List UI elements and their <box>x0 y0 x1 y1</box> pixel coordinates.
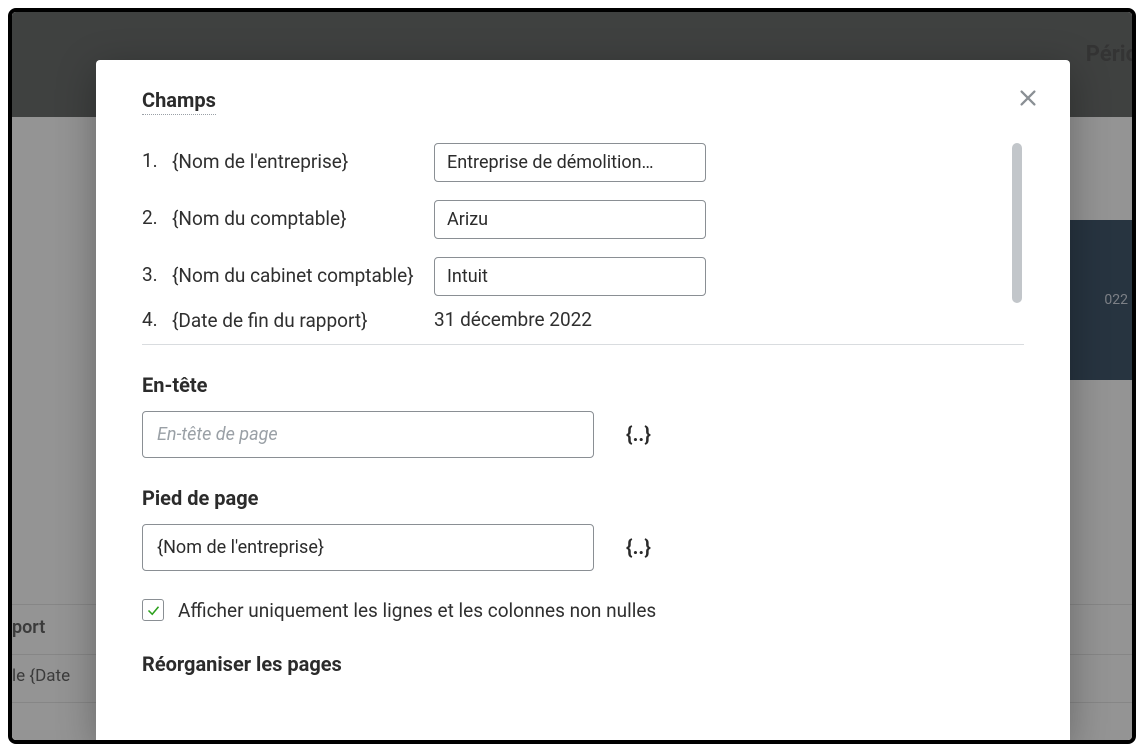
footer-row: {..} <box>142 524 1024 571</box>
field-label: {Nom de l'entreprise} <box>172 143 420 175</box>
fields-divider <box>142 344 1024 345</box>
header-row: {..} <box>142 411 1024 458</box>
company-name-input[interactable] <box>434 143 706 182</box>
close-icon <box>1017 87 1039 109</box>
scrollbar-thumb[interactable] <box>1012 143 1022 303</box>
nonzero-rows-checkbox[interactable] <box>142 599 164 621</box>
report-end-date-value: 31 décembre 2022 <box>434 302 592 331</box>
firm-name-input[interactable] <box>434 257 706 296</box>
field-number: 1. <box>142 143 158 172</box>
fields-scroll-area: 1. {Nom de l'entreprise} 2. {Nom du comp… <box>142 143 1024 334</box>
close-button[interactable] <box>1014 84 1042 112</box>
field-row: 1. {Nom de l'entreprise} <box>142 143 996 182</box>
accountant-name-input[interactable] <box>434 200 706 239</box>
insert-token-button[interactable]: {..} <box>626 535 651 559</box>
field-number: 4. <box>142 302 158 331</box>
header-section-title: En-tête <box>142 373 1024 397</box>
page-footer-input[interactable] <box>142 524 594 571</box>
fields-section-title: Champs <box>142 88 216 115</box>
fields-list: 1. {Nom de l'entreprise} 2. {Nom du comp… <box>142 143 996 334</box>
checkbox-row: Afficher uniquement les lignes et les co… <box>142 599 1024 622</box>
field-label: {Date de fin du rapport} <box>172 302 420 334</box>
field-label: {Nom du comptable} <box>172 200 420 232</box>
field-number: 2. <box>142 200 158 229</box>
field-label: {Nom du cabinet comptable} <box>172 257 420 289</box>
checkbox-label: Afficher uniquement les lignes et les co… <box>178 599 656 622</box>
insert-token-button[interactable]: {..} <box>626 422 651 446</box>
field-row: 3. {Nom du cabinet comptable} <box>142 257 996 296</box>
field-row: 4. {Date de fin du rapport} 31 décembre … <box>142 302 996 334</box>
settings-modal: Champs 1. {Nom de l'entreprise} 2. {Nom … <box>96 60 1070 740</box>
field-row: 2. {Nom du comptable} <box>142 200 996 239</box>
check-icon <box>146 603 161 618</box>
reorder-pages-title: Réorganiser les pages <box>142 652 1024 676</box>
page-header-input[interactable] <box>142 411 594 458</box>
footer-section-title: Pied de page <box>142 486 1024 510</box>
field-number: 3. <box>142 257 158 286</box>
